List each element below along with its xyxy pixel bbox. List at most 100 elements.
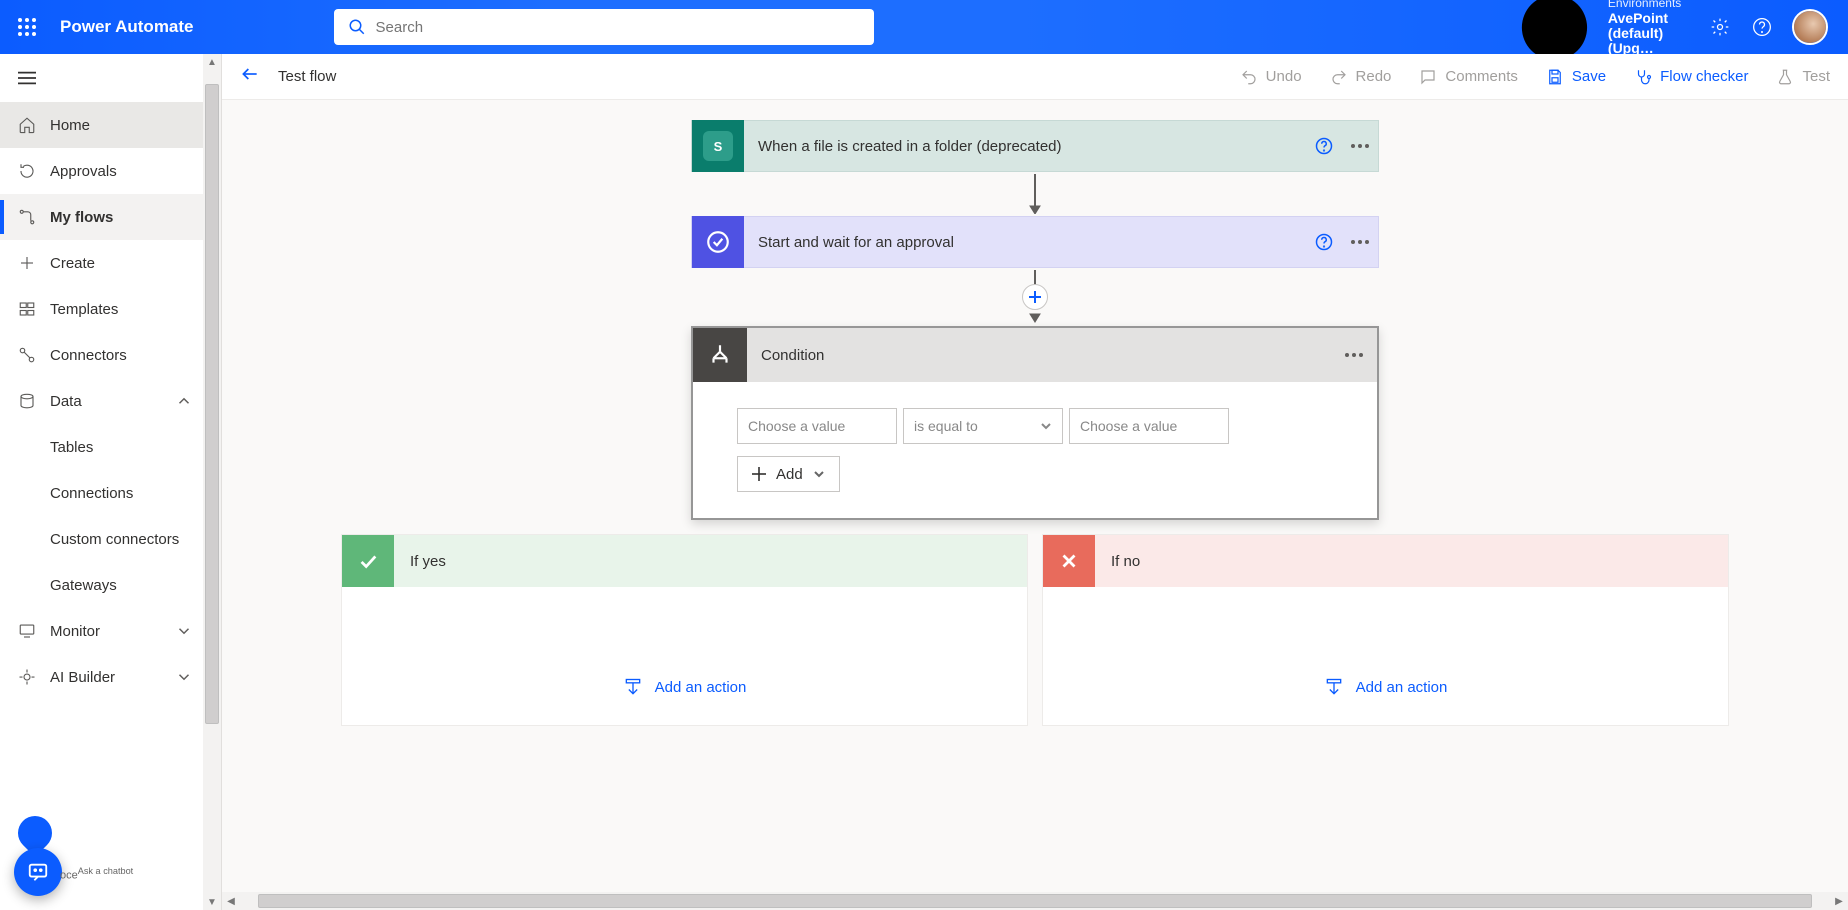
nav-label: Create (50, 255, 95, 272)
nav-data-custom-connectors[interactable]: Custom connectors (0, 516, 203, 562)
left-nav-scrollbar[interactable]: ▲ ▼ (203, 54, 221, 910)
nav-connectors[interactable]: Connectors (0, 332, 203, 378)
flow-canvas[interactable]: S When a file is created in a folder (de… (222, 100, 1848, 910)
global-search[interactable] (334, 9, 874, 45)
data-icon (18, 392, 36, 410)
condition-right-value[interactable]: Choose a value (1069, 408, 1229, 444)
condition-add-button[interactable]: Add (737, 456, 840, 492)
canvas-horizontal-scrollbar[interactable]: ◀ ▶ (222, 892, 1848, 910)
nav-label: Home (50, 117, 90, 134)
flow-title: Test flow (278, 68, 336, 85)
flask-icon (1776, 68, 1794, 86)
redo-icon (1330, 68, 1348, 86)
branch-if-no: If no Add an action (1042, 534, 1729, 726)
nav-data-gateways[interactable]: Gateways (0, 562, 203, 608)
test-button[interactable]: Test (1776, 68, 1830, 86)
nav-monitor[interactable]: Monitor (0, 608, 203, 654)
trigger-step[interactable]: S When a file is created in a folder (de… (691, 120, 1379, 172)
step-info-button[interactable] (1306, 216, 1342, 268)
step-info-button[interactable] (1306, 120, 1342, 172)
chevron-up-icon (175, 392, 193, 410)
nav-collapse-button[interactable] (0, 54, 203, 102)
settings-button[interactable] (1708, 15, 1732, 39)
environment-label: Environments (1608, 0, 1690, 11)
nav-data-connections[interactable]: Connections (0, 470, 203, 516)
search-input[interactable] (376, 19, 860, 36)
insert-action-icon (1324, 677, 1344, 697)
home-icon (18, 116, 36, 134)
add-action-no[interactable]: Add an action (1324, 677, 1448, 697)
nav-ai-builder[interactable]: AI Builder (0, 654, 203, 700)
help-button[interactable] (1750, 15, 1774, 39)
flow-checker-button[interactable]: Flow checker (1634, 68, 1748, 86)
back-button[interactable] (240, 64, 260, 89)
step-title: Condition (761, 347, 1331, 364)
waffle-icon (17, 17, 37, 37)
nav-label: My flows (50, 209, 113, 226)
redo-button[interactable]: Redo (1330, 68, 1392, 86)
chatbot-button[interactable] (14, 848, 62, 896)
save-button[interactable]: Save (1546, 68, 1606, 86)
connectors-icon (18, 346, 36, 364)
nav-my-flows[interactable]: My flows (0, 194, 203, 240)
branch-if-yes: If yes Add an action (341, 534, 1028, 726)
insert-action-icon (623, 677, 643, 697)
app-launcher-button[interactable] (0, 0, 54, 54)
nav-data-tables[interactable]: Tables (0, 424, 203, 470)
nav-label: Data (50, 393, 82, 410)
nav-approvals[interactable]: Approvals (0, 148, 203, 194)
condition-step[interactable]: Condition Choose a value is equal to (691, 326, 1379, 520)
plus-icon (1029, 291, 1041, 303)
check-icon (342, 535, 394, 587)
info-icon (1315, 233, 1333, 251)
account-avatar[interactable] (1792, 9, 1828, 45)
connector-arrow (1028, 172, 1042, 216)
undo-button[interactable]: Undo (1240, 68, 1302, 86)
stethoscope-icon (1634, 68, 1652, 86)
branch-title: If no (1111, 553, 1140, 570)
chevron-down-icon (813, 468, 825, 480)
more-icon (1351, 240, 1369, 244)
insert-step-button[interactable] (1022, 284, 1048, 310)
nav-data[interactable]: Data (0, 378, 203, 424)
comment-icon (1419, 68, 1437, 86)
more-icon (1351, 144, 1369, 148)
nav-templates[interactable]: Templates (0, 286, 203, 332)
nav-label: AI Builder (50, 669, 115, 686)
chevron-down-icon (175, 668, 193, 686)
chevron-down-icon (1040, 420, 1052, 432)
templates-icon (18, 300, 36, 318)
nav-label: Monitor (50, 623, 100, 640)
brand-title[interactable]: Power Automate (60, 17, 194, 37)
plus-icon (752, 467, 766, 481)
hamburger-icon (18, 71, 36, 85)
flow-icon (18, 208, 36, 226)
nav-create[interactable]: Create (0, 240, 203, 286)
editor-main: Test flow Undo Redo Comments Save (222, 54, 1848, 910)
condition-operator-dropdown[interactable]: is equal to (903, 408, 1063, 444)
step-title: When a file is created in a folder (depr… (758, 138, 1306, 155)
condition-left-value[interactable]: Choose a value (737, 408, 897, 444)
sharepoint-icon: S (692, 120, 744, 172)
approvals-icon (18, 162, 36, 180)
nav-home[interactable]: Home (0, 102, 203, 148)
arrow-left-icon (240, 64, 260, 84)
environment-value: AvePoint (default) (Upg… (1608, 11, 1690, 57)
monitor-icon (18, 622, 36, 640)
close-icon (1043, 535, 1095, 587)
comments-button[interactable]: Comments (1419, 68, 1518, 86)
chevron-down-icon (175, 622, 193, 640)
command-bar: Test flow Undo Redo Comments Save (222, 54, 1848, 100)
step-title: Start and wait for an approval (758, 234, 1306, 251)
step-more-button[interactable] (1342, 120, 1378, 172)
undo-icon (1240, 68, 1258, 86)
step-more-button[interactable] (1331, 353, 1377, 357)
search-icon (348, 18, 366, 36)
nav-label: Connectors (50, 347, 127, 364)
more-icon (1345, 353, 1363, 357)
add-action-yes[interactable]: Add an action (623, 677, 747, 697)
approval-icon (692, 216, 744, 268)
ai-icon (18, 668, 36, 686)
nav-label: Templates (50, 301, 118, 318)
step-more-button[interactable] (1342, 216, 1378, 268)
